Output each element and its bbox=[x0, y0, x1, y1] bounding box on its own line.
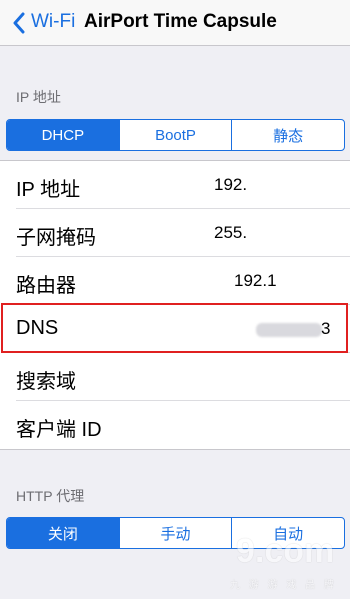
chevron-left-icon[interactable] bbox=[12, 12, 26, 34]
navigation-bar: Wi-Fi AirPort Time Capsule bbox=[0, 0, 350, 46]
ip-section-header: IP 地址 bbox=[16, 89, 61, 105]
row-client-id[interactable]: 客户端 ID bbox=[16, 401, 350, 449]
row-label: 客户端 ID bbox=[16, 419, 102, 441]
segment-dhcp[interactable]: DHCP bbox=[7, 120, 120, 150]
segment-bootp[interactable]: BootP bbox=[120, 120, 233, 150]
row-label: 路由器 bbox=[16, 275, 76, 297]
row-ip-address[interactable]: IP 地址 192. bbox=[16, 161, 350, 209]
http-section-header: HTTP 代理 bbox=[16, 488, 85, 504]
row-search-domains[interactable]: 搜索域 bbox=[16, 353, 350, 401]
row-label: 子网掩码 bbox=[16, 227, 96, 249]
row-value: 192.1 bbox=[234, 271, 277, 290]
row-label: 搜索域 bbox=[16, 371, 76, 393]
watermark: 9.com 九 游 游 戏 品 牌 bbox=[196, 520, 346, 595]
row-value: 255. bbox=[214, 223, 248, 242]
back-button[interactable]: Wi-Fi bbox=[31, 11, 75, 33]
segment-off[interactable]: 关闭 bbox=[7, 518, 120, 548]
row-value: 192. bbox=[214, 175, 248, 194]
segment-static[interactable]: 静态 bbox=[232, 120, 344, 150]
watermark-tagline: 九 游 游 戏 品 牌 bbox=[230, 580, 337, 591]
ip-mode-segmented-control: DHCP BootP 静态 bbox=[6, 119, 345, 151]
watermark-logo-text: 9.com bbox=[236, 532, 335, 570]
row-subnet-mask[interactable]: 子网掩码 255. bbox=[16, 209, 350, 257]
row-router[interactable]: 路由器 192.1 bbox=[16, 257, 350, 305]
row-label: IP 地址 bbox=[16, 179, 81, 201]
page-title: AirPort Time Capsule bbox=[84, 11, 277, 32]
dns-highlight-box bbox=[1, 303, 348, 353]
